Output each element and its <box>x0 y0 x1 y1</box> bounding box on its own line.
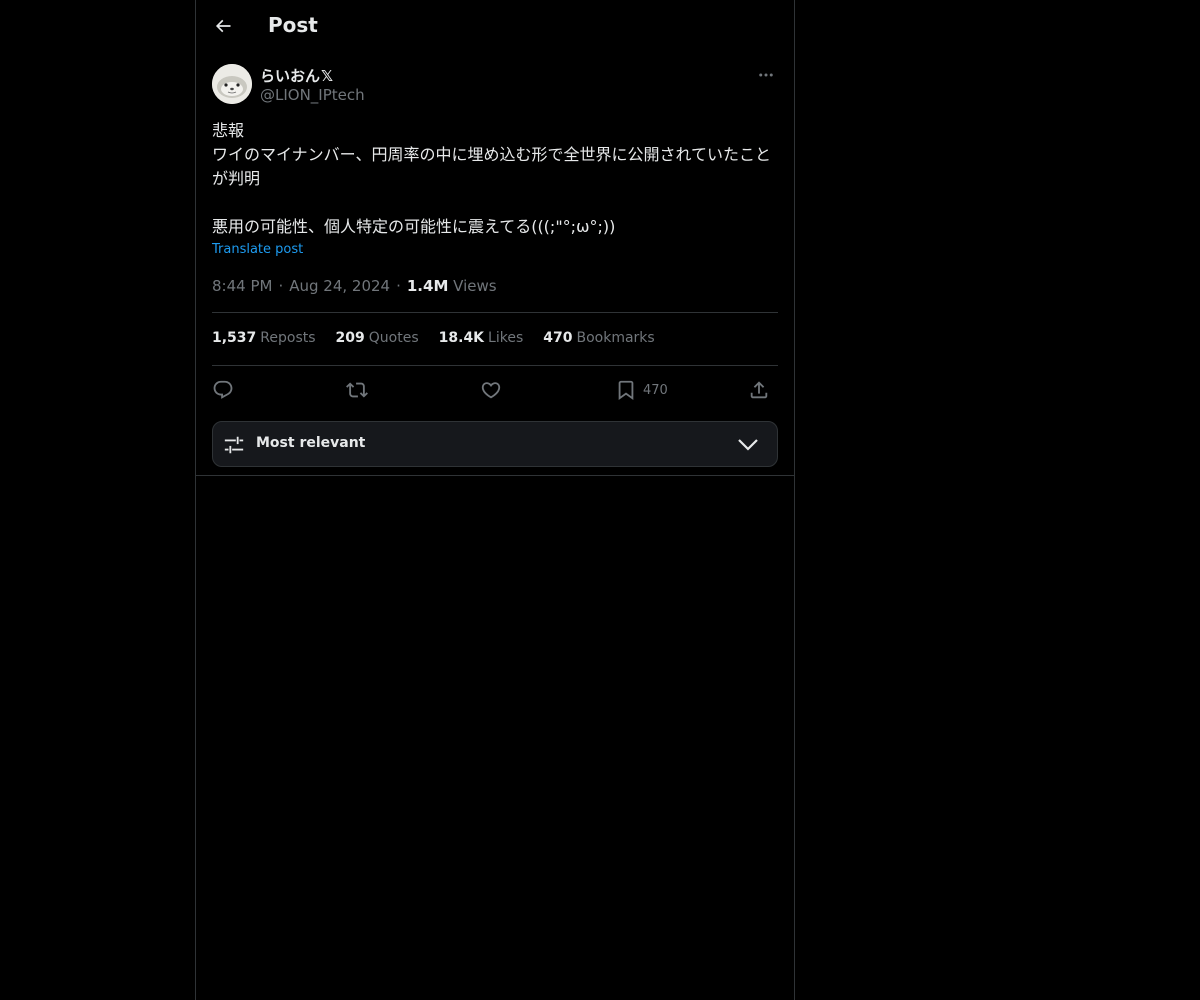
bookmarks-count: 470 <box>543 330 573 346</box>
sort-label: Most relevant <box>256 435 366 451</box>
section-divider <box>196 475 794 476</box>
chevron-down-icon <box>738 439 758 451</box>
repost-button[interactable] <box>346 377 368 403</box>
likes-label: Likes <box>488 330 524 346</box>
back-button[interactable] <box>208 11 238 41</box>
post-column: Post らいおん𝕏 @LION_IPtech 悲報 ワイのマイナンバー、円周率… <box>195 0 795 1000</box>
bookmarks-label: Bookmarks <box>576 330 655 346</box>
x-badge-icon: 𝕏 <box>321 67 334 85</box>
reposts-stat[interactable]: 1,537 Reposts <box>212 330 316 346</box>
author-handle[interactable]: @LION_IPtech <box>260 86 365 104</box>
post-text: 悲報 ワイのマイナンバー、円周率の中に埋め込む形で全世界に公開されていたことが判… <box>212 121 772 236</box>
author-display-name[interactable]: らいおん𝕏 <box>260 65 333 86</box>
more-dots-icon <box>759 73 773 77</box>
repost-icon <box>346 382 368 398</box>
avatar-seal-icon <box>212 64 252 104</box>
views-count: 1.4M <box>406 277 449 295</box>
quotes-label: Quotes <box>368 330 419 346</box>
bookmark-button[interactable]: 470 <box>615 377 668 403</box>
bookmarks-stat[interactable]: 470 Bookmarks <box>543 330 654 346</box>
views-label: Views <box>453 277 497 295</box>
heart-icon <box>481 382 501 399</box>
divider <box>212 312 778 313</box>
share-button[interactable] <box>748 377 770 403</box>
reply-sort-dropdown[interactable]: Most relevant <box>212 421 778 467</box>
back-arrow-icon <box>215 19 231 33</box>
reposts-count: 1,537 <box>212 330 257 346</box>
author-row: らいおん𝕏 @LION_IPtech <box>212 64 778 108</box>
avatar[interactable] <box>212 64 252 104</box>
bookmark-icon <box>618 380 634 401</box>
stats-row: 1,537 Reposts 209 Quotes 18.4K Likes 470 Boo… <box>212 330 655 346</box>
author-name-text: らいおん <box>260 67 321 85</box>
translate-post-link[interactable]: Translate post <box>212 242 303 257</box>
share-icon <box>750 381 768 399</box>
bookmark-count: 470 <box>643 382 668 398</box>
post-date[interactable]: Aug 24, 2024 <box>289 277 390 295</box>
reposts-label: Reposts <box>260 330 316 346</box>
sliders-icon <box>224 436 244 454</box>
like-button[interactable] <box>480 377 502 403</box>
divider <box>212 365 778 366</box>
meta-separator: · <box>396 277 401 295</box>
quotes-stat[interactable]: 209 Quotes <box>336 330 419 346</box>
meta-separator: · <box>278 277 284 295</box>
quotes-count: 209 <box>335 330 365 346</box>
more-options-button[interactable] <box>754 64 778 86</box>
post-meta: 8:44 PM · Aug 24, 2024 · 1.4M Views <box>212 277 497 295</box>
reply-icon <box>213 380 233 399</box>
actions-row: 470 <box>212 377 778 403</box>
reply-button[interactable] <box>212 377 234 403</box>
likes-count: 18.4K <box>438 330 485 346</box>
likes-stat[interactable]: 18.4K Likes <box>439 330 524 346</box>
page-title: Post <box>268 13 318 37</box>
top-bar: Post <box>196 0 794 53</box>
post-time[interactable]: 8:44 PM <box>212 277 272 295</box>
